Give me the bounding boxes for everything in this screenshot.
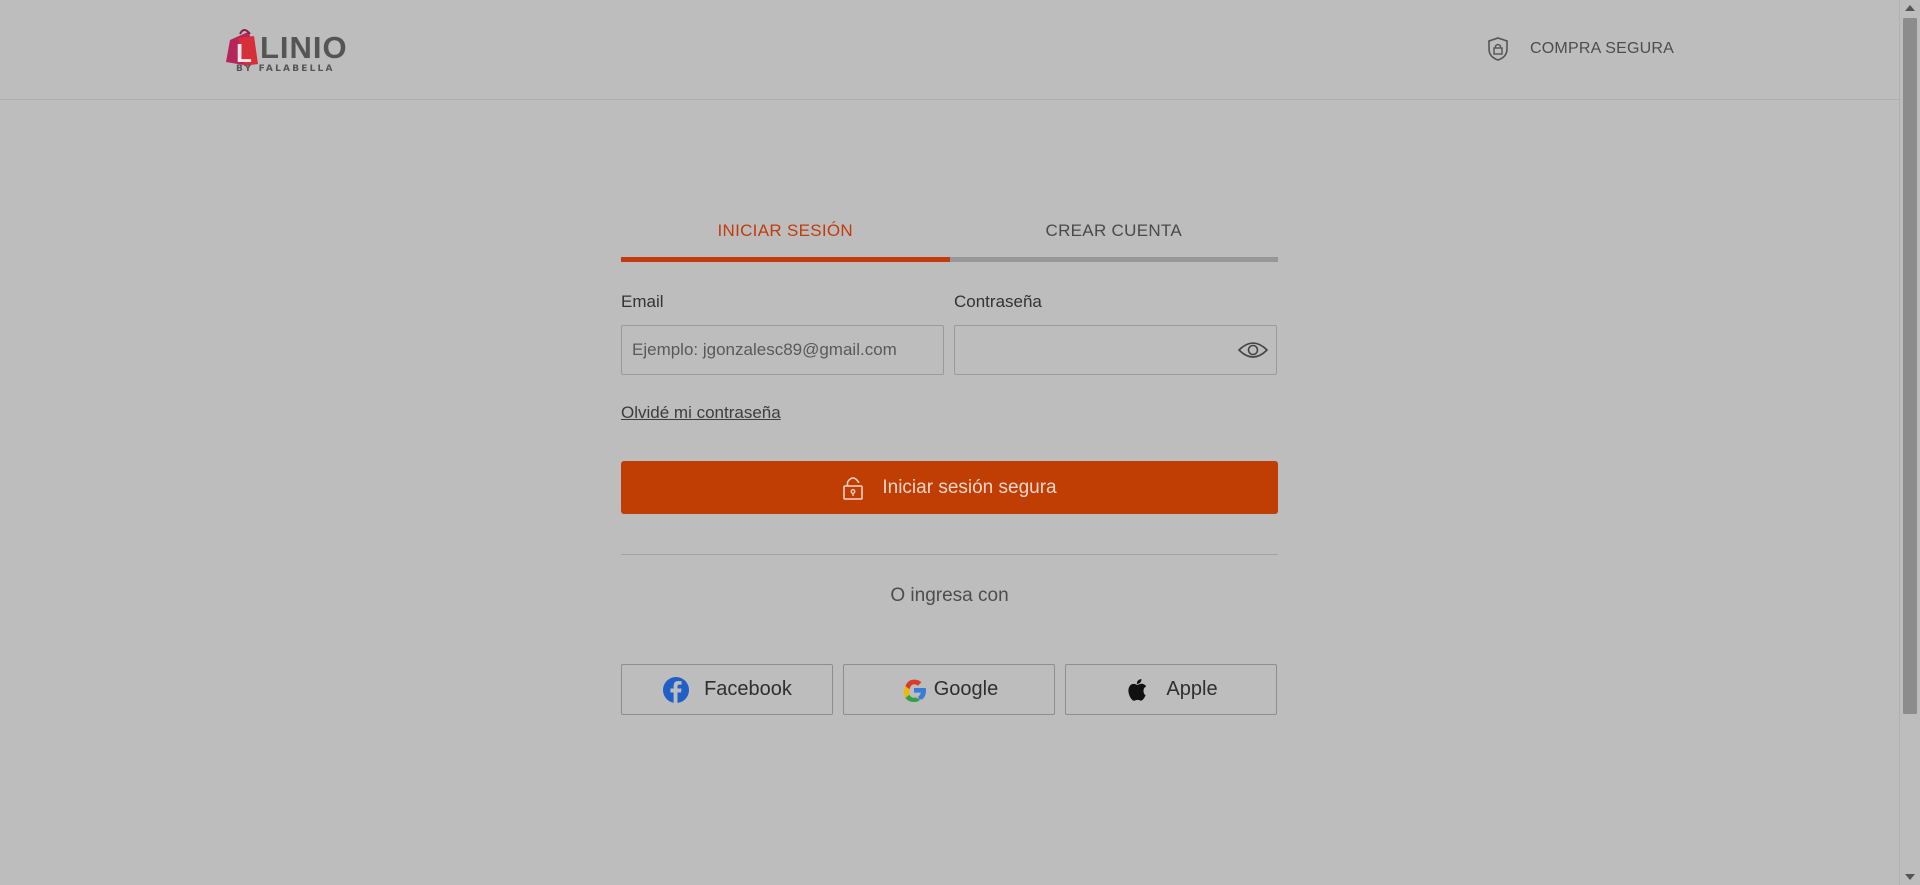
email-label: Email (621, 292, 664, 311)
linio-bag-icon: L (226, 29, 258, 68)
forgot-password-link[interactable]: Olvidé mi contraseña (621, 403, 781, 423)
email-box (621, 325, 944, 375)
facebook-login-button[interactable]: Facebook (621, 664, 833, 715)
divider (621, 554, 1278, 555)
eye-icon[interactable] (1237, 339, 1269, 361)
password-label: Contraseña (954, 292, 1042, 311)
secure-purchase: COMPRA SEGURA (1486, 36, 1674, 62)
auth-tabs: INICIAR SESIÓN CREAR CUENTA (621, 200, 1278, 262)
scroll-down-arrow-icon[interactable] (1905, 874, 1915, 880)
apple-label: Apple (1166, 678, 1218, 700)
linio-logo[interactable]: L LINIO BY FALABELLA (224, 24, 347, 76)
or-login-with-text: O ingresa con (890, 585, 1009, 606)
tab-create-account[interactable]: CREAR CUENTA (949, 200, 1278, 262)
password-group: Contraseña (954, 292, 1277, 375)
google-icon (903, 679, 926, 702)
google-login-button[interactable]: Google (843, 664, 1055, 715)
facebook-icon (663, 676, 690, 703)
email-input[interactable] (622, 326, 943, 374)
apple-login-button[interactable]: Apple (1065, 664, 1277, 715)
email-group: Email (621, 292, 944, 375)
page: L LINIO BY FALABELLA COMPRA SEGURA INICI… (0, 0, 1900, 885)
tab-login[interactable]: INICIAR SESIÓN (621, 200, 950, 262)
vertical-scrollbar[interactable] (1899, 0, 1920, 885)
site-header: L LINIO BY FALABELLA COMPRA SEGURA (0, 0, 1900, 100)
lock-icon (843, 476, 864, 500)
social-login-buttons: Facebook Google Apple (621, 664, 1278, 715)
secure-purchase-label: COMPRA SEGURA (1530, 40, 1674, 57)
facebook-label: Facebook (704, 678, 792, 700)
login-form: INICIAR SESIÓN CREAR CUENTA Email Contra… (621, 200, 1278, 715)
password-box (954, 325, 1277, 375)
apple-icon (1128, 678, 1147, 701)
secure-login-label: Iniciar sesión segura (882, 476, 1057, 498)
secure-login-button[interactable]: Iniciar sesión segura (621, 461, 1278, 514)
shield-lock-icon (1488, 37, 1508, 61)
google-label: Google (933, 678, 999, 700)
scroll-thumb[interactable] (1903, 18, 1917, 714)
logo-wordmark: LINIO (260, 30, 348, 65)
credential-fields: Email Contraseña (621, 292, 1278, 375)
scroll-up-arrow-icon[interactable] (1905, 5, 1915, 11)
password-input[interactable] (955, 326, 1276, 374)
logo-subtitle: BY FALABELLA (236, 64, 335, 74)
